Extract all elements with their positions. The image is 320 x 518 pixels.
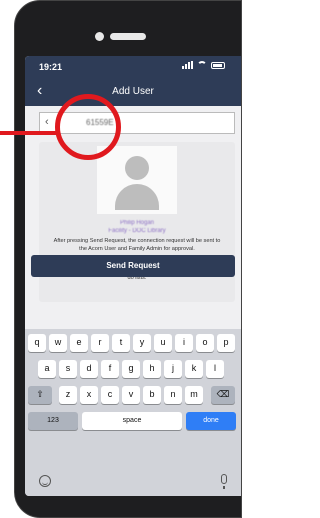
keyboard-row-1: q w e r t y u i o p	[25, 334, 241, 352]
key[interactable]: b	[143, 386, 161, 404]
key[interactable]: v	[122, 386, 140, 404]
key[interactable]: j	[164, 360, 182, 378]
done-key[interactable]: done	[186, 412, 236, 430]
battery-icon	[211, 61, 225, 69]
send-request-button[interactable]: Send Request	[31, 255, 235, 277]
keyboard-row-4: 123 space done	[25, 412, 241, 430]
microphone-icon[interactable]	[221, 474, 227, 489]
key[interactable]: h	[143, 360, 161, 378]
keyboard-row-3: ⇧ z x c v b n m ⌫	[25, 386, 241, 404]
key[interactable]: i	[175, 334, 193, 352]
numbers-key[interactable]: 123	[28, 412, 78, 430]
status-icons	[182, 61, 225, 69]
avatar-body	[115, 184, 159, 210]
key[interactable]: k	[185, 360, 203, 378]
avatar-placeholder	[97, 146, 177, 214]
key[interactable]: t	[112, 334, 130, 352]
key[interactable]: q	[28, 334, 46, 352]
key[interactable]: o	[196, 334, 214, 352]
keyboard-row-2: a s d f g h j k l	[25, 360, 241, 378]
key[interactable]: p	[217, 334, 235, 352]
key[interactable]: u	[154, 334, 172, 352]
key[interactable]: a	[38, 360, 56, 378]
key[interactable]: e	[70, 334, 88, 352]
key[interactable]: d	[80, 360, 98, 378]
emoji-icon[interactable]	[39, 475, 51, 487]
key[interactable]: c	[101, 386, 119, 404]
key[interactable]: w	[49, 334, 67, 352]
page-title: Add User	[112, 86, 154, 97]
key[interactable]: s	[59, 360, 77, 378]
space-key[interactable]: space	[82, 412, 182, 430]
key[interactable]: x	[80, 386, 98, 404]
status-bar: 19:21	[25, 56, 241, 78]
speaker-grille	[110, 33, 146, 40]
nav-bar: ‹ Add User	[25, 78, 241, 106]
contact-facility: Facility - DOC Library	[108, 228, 166, 234]
annotation-circle	[55, 94, 121, 160]
chevron-left-icon: ‹	[45, 116, 49, 128]
key[interactable]: y	[133, 334, 151, 352]
key[interactable]: f	[101, 360, 119, 378]
front-camera	[95, 32, 104, 41]
key[interactable]: g	[122, 360, 140, 378]
key[interactable]: r	[91, 334, 109, 352]
shift-key[interactable]: ⇧	[28, 386, 52, 404]
key[interactable]: z	[59, 386, 77, 404]
on-screen-keyboard: q w e r t y u i o p a s d f g h j k l ⇧ …	[25, 329, 241, 496]
phone-frame: 19:21 ‹ Add User ‹ 61559E Philip Hogan F…	[14, 0, 242, 518]
key[interactable]: n	[164, 386, 182, 404]
delete-key[interactable]: ⌫	[211, 386, 235, 404]
key[interactable]: m	[185, 386, 203, 404]
contact-name: Philip Hogan	[119, 220, 155, 226]
avatar-head	[125, 156, 149, 180]
annotation-line	[0, 131, 58, 135]
status-time: 19:21	[39, 62, 63, 72]
approval-info: After pressing Send Request, the connect…	[53, 238, 221, 252]
key[interactable]: l	[206, 360, 224, 378]
user-card: Philip Hogan Facility - DOC Library Afte…	[39, 142, 235, 302]
signal-icon	[182, 61, 193, 69]
wifi-icon	[197, 61, 207, 69]
